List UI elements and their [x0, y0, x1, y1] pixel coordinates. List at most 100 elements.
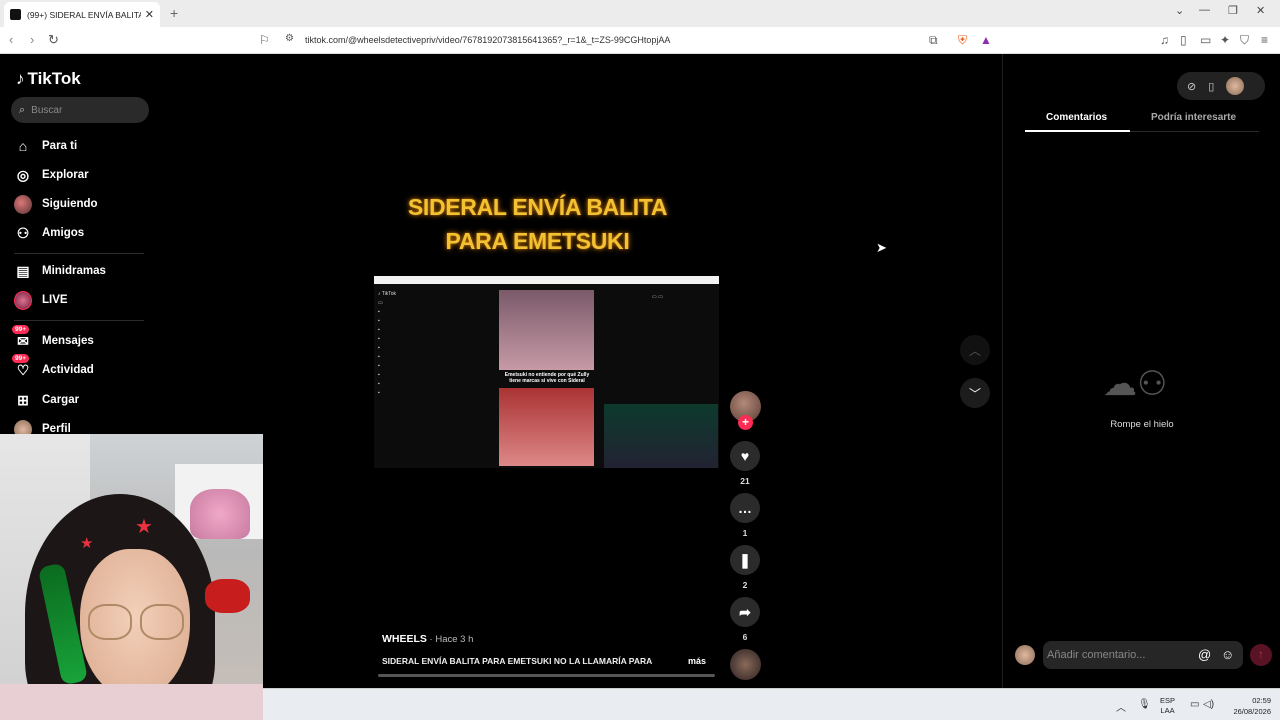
sidebar-item-cargar[interactable]: ⊞ Cargar [14, 391, 79, 409]
author-name[interactable]: WHEELS [382, 633, 427, 645]
language-indicator[interactable]: ESP LAA [1160, 696, 1175, 716]
wallet-icon[interactable]: ▭ [1200, 33, 1211, 47]
clock-time: 02:59 [1252, 696, 1271, 705]
tiktok-sidebar: ♪ TikTok ⌕ Buscar ⌂ Para ti ◎ Explorar S… [0, 54, 160, 439]
bookmark-icon[interactable]: ⚐ [259, 33, 270, 47]
upload-icon: ⊞ [17, 391, 29, 408]
activity-icon: ♡ 99+ [12, 354, 32, 379]
sidebar-item-explorar[interactable]: ◎ Explorar [14, 166, 89, 184]
heart-icon[interactable]: ♥ [730, 441, 760, 471]
top-controls-pill: ⊘ ▯ [1177, 72, 1265, 100]
previous-video-button[interactable]: ︿ [960, 335, 990, 365]
sidebar-item-siguiendo[interactable]: Siguiendo [14, 194, 98, 214]
empty-comments-text: Rompe el hielo [1110, 419, 1174, 430]
tab-podria-interesarte[interactable]: Podría interesarte [1151, 112, 1236, 123]
site-settings-icon[interactable]: ⚙ [285, 33, 294, 44]
clock-date: 26/08/2026 [1233, 707, 1271, 716]
sidebar-item-mensajes[interactable]: ✉ 99+ Mensajes [12, 325, 94, 350]
forward-icon[interactable]: › [30, 32, 34, 47]
video-progress-bar[interactable] [378, 674, 715, 677]
mini-caption: Emetsuki no entiende por qué Zully tiene… [504, 372, 590, 384]
music-disc-icon[interactable] [730, 649, 761, 680]
save-count: 2 [742, 580, 748, 590]
minimize-button[interactable]: — [1199, 4, 1210, 16]
bookmark-icon[interactable]: ❚ [730, 545, 760, 575]
mini-label: ▭ ▭ [652, 294, 663, 300]
messages-badge: 99+ [12, 325, 30, 334]
share-action[interactable]: ➦ 6 [728, 597, 762, 642]
tab-comentarios[interactable]: Comentarios [1046, 112, 1107, 123]
maximize-button[interactable]: ❐ [1228, 4, 1238, 17]
back-icon[interactable]: ‹ [9, 32, 13, 47]
sidebar-item-label: Explorar [42, 169, 89, 181]
home-icon: ⌂ [18, 138, 28, 154]
sidebar-item-minidramas[interactable]: ▤ Minidramas [14, 262, 106, 280]
compass-icon[interactable]: ⊘ [1187, 80, 1196, 93]
post-time: · Hace 3 h [426, 634, 474, 645]
mention-icon[interactable]: @ [1198, 647, 1211, 662]
network-icon[interactable]: ▭ [1190, 699, 1199, 710]
rewards-icon[interactable]: ▲ [980, 33, 992, 47]
video-title-overlay: SIDERAL ENVÍA BALITA PARA EMETSUKI [380, 190, 695, 258]
messages-icon: ✉ 99+ [12, 325, 32, 350]
cam-plush [190, 489, 250, 539]
sidebar-divider [14, 320, 144, 321]
windows-taskbar: ︿ 🎙 ESP LAA ▭ ◁) 02:59 26/08/2026 [263, 688, 1280, 720]
send-comment-button[interactable]: ↑ [1250, 644, 1272, 666]
like-action[interactable]: ♥ 21 [728, 441, 762, 486]
user-avatar[interactable] [1226, 77, 1245, 95]
active-tab-indicator [1025, 130, 1130, 132]
comment-input[interactable]: Añadir comentario... [1043, 641, 1243, 669]
translate-icon[interactable]: ⧉ [929, 33, 938, 48]
more-link[interactable]: más [688, 656, 706, 666]
device-icon[interactable]: ▯ [1208, 80, 1214, 93]
emoji-icon[interactable]: ☺ [1221, 647, 1234, 662]
tiktok-favicon-icon [10, 9, 21, 20]
system-clock[interactable]: 02:59 26/08/2026 [1223, 695, 1271, 717]
video-screenshot-frame[interactable]: ♪ TikTok ▭ ▪ ▪ ▪ ▪ ▪ ▪ ▪ ▪ ▪ ▪ Emetsuki no entiende… [374, 276, 719, 468]
volume-icon[interactable]: ◁) [1203, 699, 1214, 710]
reload-icon[interactable]: ↻ [48, 32, 59, 48]
sidebar-item-label: Mensajes [42, 335, 94, 347]
tray-expand-icon[interactable]: ︿ [1116, 699, 1126, 714]
browser-tab[interactable]: (99+) SIDERAL ENVÍA BALITA PARA ✕ [4, 2, 160, 27]
lang-line-2: LAA [1160, 706, 1175, 715]
comment-bar: Añadir comentario... @ ☺ ↑ [1013, 641, 1272, 669]
new-tab-button[interactable]: + [170, 5, 178, 21]
title-line-1: SIDERAL ENVÍA BALITA [407, 194, 668, 220]
media-icon[interactable]: ♫ [1160, 33, 1169, 47]
microphone-icon[interactable]: 🎙 [1138, 699, 1151, 710]
tiktok-logo[interactable]: ♪ TikTok [16, 69, 81, 89]
next-video-button[interactable]: ﹀ [960, 378, 990, 408]
commenter-avatar [1015, 645, 1035, 665]
sidebar-item-label: LIVE [42, 294, 68, 306]
brave-shield-icon[interactable]: ⛨ [958, 33, 967, 48]
activity-glyph: ♡ [16, 361, 30, 378]
close-tab-icon[interactable]: ✕ [145, 8, 154, 21]
tiktok-note-icon: ♪ [16, 69, 25, 88]
tab-search-icon[interactable]: ⌄ [1175, 4, 1184, 17]
save-action[interactable]: ❚ 2 [728, 545, 762, 590]
comment-icon[interactable]: … [730, 493, 760, 523]
vpn-icon[interactable]: ⛉ [1240, 33, 1249, 48]
mini-webcam [604, 404, 718, 468]
sidebar-item-para-ti[interactable]: ⌂ Para ti [14, 137, 77, 155]
sidebar-item-amigos[interactable]: ⚇ Amigos [14, 224, 84, 242]
search-input[interactable]: ⌕ Buscar [11, 97, 149, 123]
sidebar-icon[interactable]: ▯ [1180, 33, 1187, 47]
comment-action[interactable]: … 1 [728, 493, 762, 538]
menu-icon[interactable]: ≡ [1261, 33, 1268, 47]
close-window-button[interactable]: ✕ [1256, 4, 1265, 17]
search-icon: ⌕ [19, 103, 26, 116]
cam-shirt [0, 684, 263, 720]
sidebar-item-live[interactable]: LIVE [14, 290, 68, 310]
sidebar-item-label: Para ti [42, 140, 78, 152]
sidebar-item-actividad[interactable]: ♡ 99+ Actividad [12, 354, 94, 379]
chevron-up-icon: ︿ [968, 343, 981, 358]
share-icon[interactable]: ➦ [730, 597, 760, 627]
follow-plus-icon[interactable]: + [738, 415, 753, 430]
sidebar-item-label: Actividad [42, 364, 94, 376]
video-author[interactable]: WHEELS · Hace 3 h [382, 633, 473, 645]
url-field[interactable]: tiktok.com/@wheelsdetectivepriv/video/76… [305, 35, 670, 45]
leo-ai-icon[interactable]: ✦ [1220, 33, 1230, 47]
